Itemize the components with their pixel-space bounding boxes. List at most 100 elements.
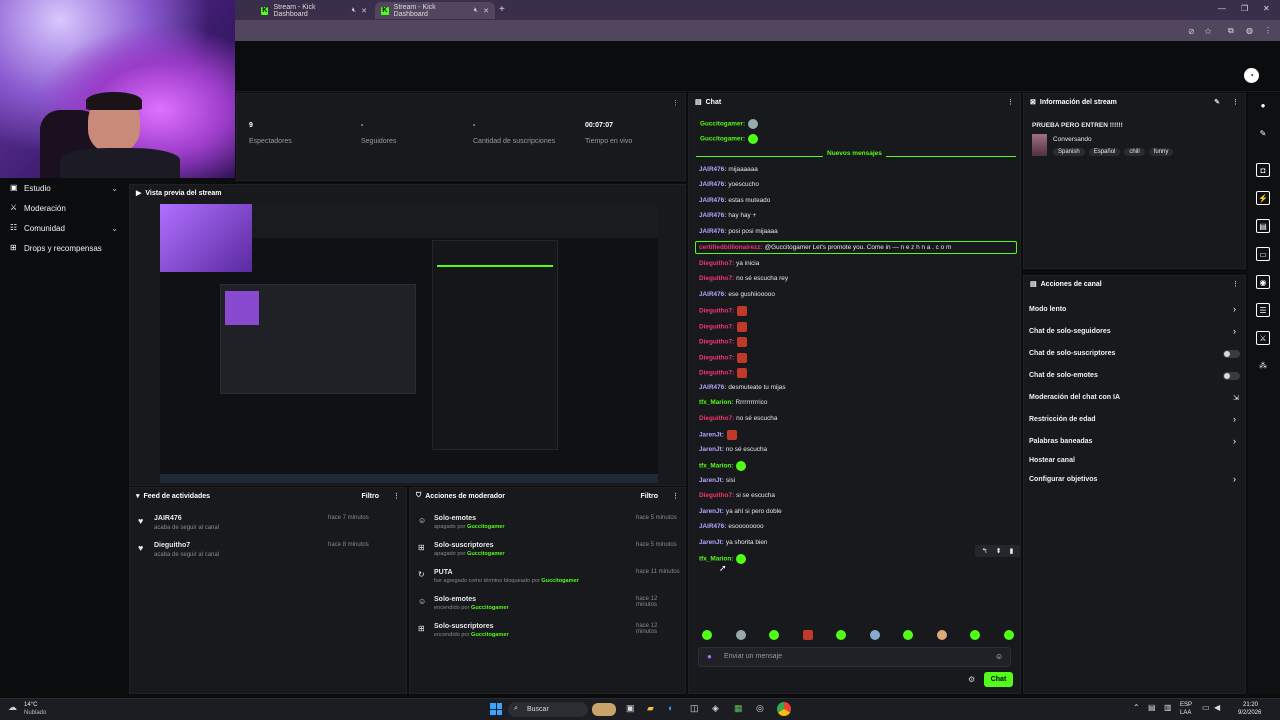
chat-username[interactable]: Dieguitho7: bbox=[699, 308, 734, 315]
chevron-right-icon[interactable]: › bbox=[1233, 414, 1236, 424]
chat-username[interactable]: certifiedbillionairezz: bbox=[699, 244, 763, 251]
maximize-icon[interactable]: ❐ bbox=[1241, 4, 1248, 13]
close-tab-icon[interactable]: ✕ bbox=[483, 7, 489, 15]
mod-menu-icon[interactable]: ⋮ bbox=[672, 492, 679, 500]
close-window-icon[interactable]: ✕ bbox=[1263, 4, 1270, 13]
keyboard-layout[interactable]: LAA bbox=[1180, 710, 1191, 716]
action-age-restriction[interactable]: Restricción de edad bbox=[1029, 416, 1096, 423]
chat-message[interactable]: JAIR476: estas muteado bbox=[699, 197, 770, 204]
chat-username[interactable]: Guccitogamer: bbox=[700, 136, 745, 143]
tray-app-icon[interactable]: ▤ bbox=[1148, 703, 1156, 712]
chat-message[interactable]: tfx_Marion: bbox=[699, 461, 747, 471]
chat-username[interactable]: JAIR476: bbox=[699, 212, 726, 219]
chat-message[interactable]: JarenJt: bbox=[699, 430, 737, 440]
tag-chip[interactable]: Spanish bbox=[1053, 148, 1085, 156]
mute-tab-icon[interactable]: 🔇︎ bbox=[474, 7, 478, 15]
stream-preview-video[interactable] bbox=[160, 204, 658, 483]
chat-username[interactable]: JAIR476: bbox=[699, 181, 726, 188]
chat-username[interactable]: Dieguitho7: bbox=[699, 415, 734, 422]
sidebar-item-estudio[interactable]: ▣ Estudio ⌄ bbox=[0, 178, 128, 198]
chevron-right-icon[interactable]: › bbox=[1233, 304, 1236, 314]
chat-username[interactable]: JarenJt: bbox=[699, 477, 724, 484]
chat-username[interactable]: tfx_Marion: bbox=[699, 399, 733, 406]
mute-tab-icon[interactable]: 🔇︎ bbox=[352, 7, 356, 15]
taskbar-search[interactable]: ⌕ Buscar bbox=[508, 702, 588, 717]
chat-username[interactable]: tfx_Marion: bbox=[699, 463, 733, 470]
document-icon[interactable]: ▤ bbox=[1256, 219, 1270, 233]
sword-icon[interactable]: ⚔ bbox=[1256, 331, 1270, 345]
star-icon[interactable]: ☆ bbox=[1204, 26, 1212, 37]
external-link-icon[interactable]: ⇲ bbox=[1233, 394, 1239, 402]
info-icon[interactable]: ● bbox=[1256, 99, 1270, 113]
send-chat-button[interactable]: Chat bbox=[984, 672, 1013, 687]
action-banned-words[interactable]: Palabras baneadas bbox=[1029, 438, 1092, 445]
reply-icon[interactable]: ↰ bbox=[982, 547, 988, 555]
activity-filter-button[interactable]: Filtro bbox=[362, 493, 380, 500]
tag-chip[interactable]: Español bbox=[1088, 148, 1121, 156]
chat-message[interactable]: Dieguitho7: bbox=[699, 368, 748, 378]
chat-username[interactable]: JAIR476: bbox=[699, 384, 726, 391]
channel-actions-menu-icon[interactable]: ⋮ bbox=[1232, 280, 1239, 288]
chat-message[interactable]: JarenJt: sisi bbox=[699, 477, 735, 484]
chat-username[interactable]: Dieguitho7: bbox=[699, 324, 734, 331]
chat-message[interactable]: Dieguitho7: bbox=[699, 353, 748, 363]
chrome-icon[interactable] bbox=[777, 702, 791, 716]
chevron-right-icon[interactable]: › bbox=[1233, 326, 1236, 336]
chat-message[interactable]: JAIR476: yoescucho bbox=[699, 181, 759, 188]
action-followers-only[interactable]: Chat de solo-seguidores bbox=[1029, 328, 1111, 335]
minimize-icon[interactable]: — bbox=[1218, 4, 1226, 13]
chat-message[interactable]: Dieguitho7: no sé escucha rey bbox=[699, 275, 788, 282]
action-configure-goals[interactable]: Configurar objetivos bbox=[1029, 476, 1097, 483]
profile-icon[interactable]: ◍ bbox=[1246, 26, 1253, 35]
extensions-icon[interactable]: ⧉ bbox=[1228, 26, 1234, 36]
menu-icon[interactable]: ⋮ bbox=[1264, 26, 1272, 35]
chat-icon[interactable]: ▭ bbox=[1256, 247, 1270, 261]
emotes-only-toggle[interactable] bbox=[1223, 372, 1240, 380]
chat-message[interactable]: Dieguitho7: no sé escucha bbox=[699, 415, 777, 422]
emote-quick-8[interactable] bbox=[936, 630, 947, 640]
chat-username[interactable]: JAIR476: bbox=[699, 197, 726, 204]
chat-message[interactable]: Dieguitho7: si se escucha bbox=[699, 492, 775, 499]
chat-message[interactable]: JarenJt: ya shorita bien bbox=[699, 539, 767, 546]
chat-username[interactable]: JAIR476: bbox=[699, 291, 726, 298]
cast-icon[interactable]: ⊘ bbox=[1188, 27, 1195, 36]
chat-username[interactable]: Dieguitho7: bbox=[699, 370, 734, 377]
mod-filter-button[interactable]: Filtro bbox=[641, 493, 659, 500]
steam-icon[interactable]: ◈ bbox=[712, 703, 719, 714]
tag-chip[interactable]: funny bbox=[1148, 148, 1174, 156]
chat-message[interactable]: JAIR476: esoooooooo bbox=[699, 523, 764, 530]
chat-username[interactable]: JarenJt: bbox=[699, 539, 724, 546]
browser-tab[interactable]: K Stream - Kick Dashboard 🔇︎ ✕ bbox=[255, 2, 373, 19]
chat-username[interactable]: Dieguitho7: bbox=[699, 275, 734, 282]
keyboard-language[interactable]: ESP bbox=[1180, 702, 1192, 708]
task-view-icon[interactable]: ▣ bbox=[626, 703, 635, 714]
users-icon[interactable]: ⁂ bbox=[1256, 359, 1270, 373]
new-tab-button[interactable]: + bbox=[499, 4, 505, 15]
stream-info-menu-icon[interactable]: ⋮ bbox=[1232, 98, 1239, 106]
sidebar-item-comunidad[interactable]: ☷ Comunidad ⌄ bbox=[0, 218, 128, 238]
chat-message[interactable]: tfx_Marion: Rrrrrrrrrrico bbox=[699, 399, 767, 406]
emote-quick-5[interactable] bbox=[836, 630, 847, 640]
chat-message[interactable]: JAIR476: hay hay + bbox=[699, 212, 756, 219]
chat-username[interactable]: Guccitogamer: bbox=[700, 121, 745, 128]
emote-quick-9[interactable] bbox=[970, 630, 981, 640]
tray-app-icon[interactable]: ▥ bbox=[1164, 703, 1172, 712]
close-tab-icon[interactable]: ✕ bbox=[361, 7, 367, 15]
user-avatar[interactable]: ◔ bbox=[1244, 68, 1259, 83]
chat-message[interactable]: JAIR476: posi posi mijaaaa bbox=[699, 228, 778, 235]
emote-quick-3[interactable] bbox=[769, 630, 780, 640]
chat-message[interactable]: Dieguitho7: bbox=[699, 322, 748, 332]
subscribers-only-toggle[interactable] bbox=[1223, 350, 1240, 358]
chat-username[interactable]: JarenJt: bbox=[699, 432, 724, 439]
emote-quick-10[interactable] bbox=[1003, 630, 1014, 640]
chat-username[interactable]: JarenJt: bbox=[699, 446, 724, 453]
store-icon[interactable]: ◫ bbox=[690, 703, 699, 714]
app-icon[interactable]: ▦ bbox=[734, 703, 743, 714]
chat-message[interactable]: Guccitogamer: bbox=[700, 119, 759, 129]
action-host-channel[interactable]: Hostear canal bbox=[1029, 457, 1075, 464]
chat-username[interactable]: Dieguitho7: bbox=[699, 260, 734, 267]
browser-tab-active[interactable]: K Stream - Kick Dashboard 🔇︎ ✕ bbox=[375, 2, 495, 19]
chat-message[interactable]: JAIR476: desmuteate tu mijas bbox=[699, 384, 786, 391]
chat-message[interactable]: JAIR476: ese gushiiooooo bbox=[699, 291, 775, 298]
pencil-icon[interactable]: ✎ bbox=[1256, 127, 1270, 141]
